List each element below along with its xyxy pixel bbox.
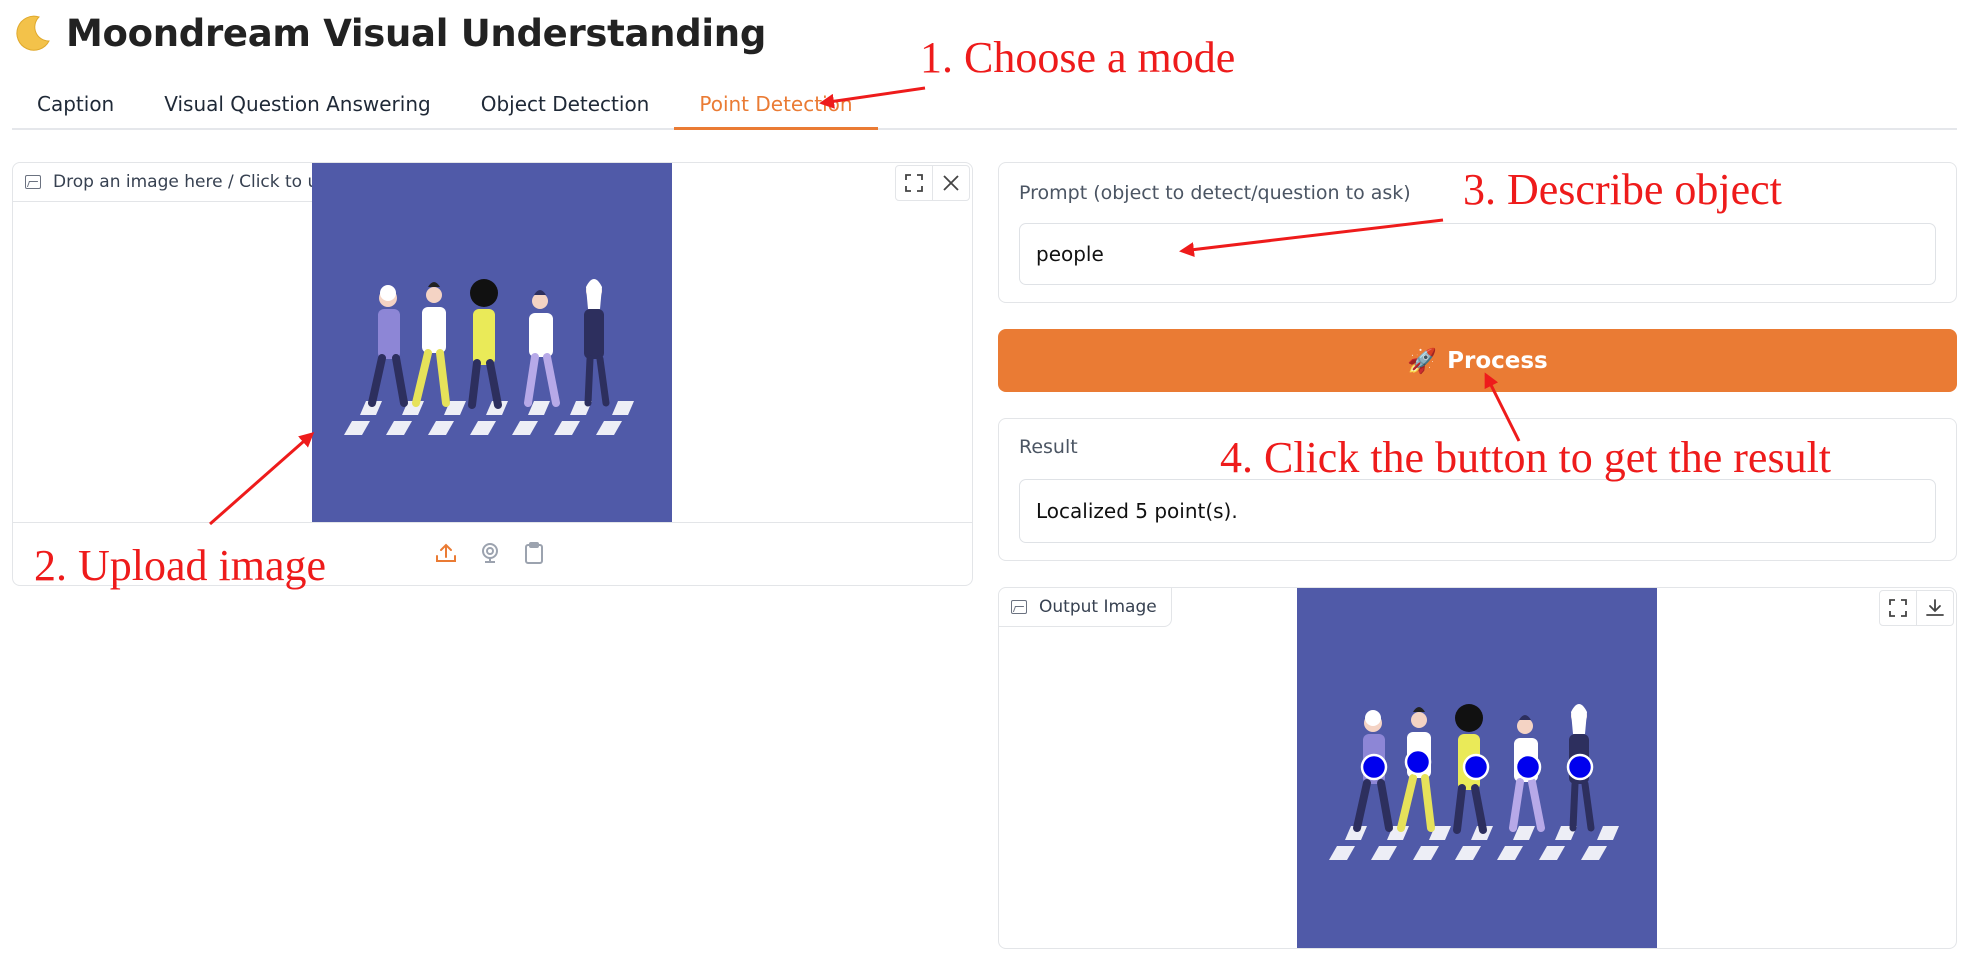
detected-point-2 bbox=[1404, 748, 1432, 776]
fullscreen-icon[interactable] bbox=[1880, 591, 1916, 625]
output-image-label: Output Image bbox=[999, 588, 1172, 627]
detected-point-5 bbox=[1566, 753, 1594, 781]
output-image-label-text: Output Image bbox=[1039, 597, 1157, 617]
crescent-moon-icon bbox=[12, 12, 54, 54]
detected-point-1 bbox=[1360, 753, 1388, 781]
result-output: Localized 5 point(s). bbox=[1019, 479, 1936, 543]
output-image bbox=[1297, 588, 1657, 948]
tab-object-detection[interactable]: Object Detection bbox=[456, 84, 675, 128]
process-button[interactable]: 🚀 Process bbox=[998, 329, 1957, 392]
page-title: Moondream Visual Understanding bbox=[66, 11, 767, 55]
annotation-step-3: 3. Describe object bbox=[1463, 165, 1782, 214]
clipboard-icon[interactable] bbox=[521, 539, 547, 567]
fullscreen-icon[interactable] bbox=[896, 166, 932, 200]
image-icon bbox=[25, 175, 41, 189]
mode-tabs: Caption Visual Question Answering Object… bbox=[12, 84, 1957, 130]
detected-point-4 bbox=[1514, 753, 1542, 781]
prompt-label: Prompt (object to detect/question to ask… bbox=[1019, 182, 1411, 204]
app-header: Moondream Visual Understanding bbox=[12, 10, 766, 56]
close-icon[interactable] bbox=[932, 166, 969, 200]
uploaded-image bbox=[312, 163, 672, 523]
prompt-input[interactable]: people bbox=[1019, 223, 1936, 285]
annotation-step-2: 2. Upload image bbox=[34, 541, 327, 590]
output-image-panel: Output Image bbox=[998, 587, 1957, 949]
image-toolbar bbox=[895, 165, 970, 201]
tab-visual-question-answering[interactable]: Visual Question Answering bbox=[139, 84, 455, 128]
image-icon bbox=[1011, 600, 1027, 614]
process-button-label: Process bbox=[1447, 347, 1548, 374]
annotation-step-4: 4. Click the button to get the result bbox=[1220, 433, 1832, 482]
image-upload-panel[interactable]: Drop an image here / Click to upload bbox=[12, 162, 973, 586]
rocket-icon: 🚀 bbox=[1407, 346, 1438, 375]
upload-icon[interactable] bbox=[433, 539, 459, 567]
output-toolbar bbox=[1879, 590, 1954, 626]
download-icon[interactable] bbox=[1916, 591, 1953, 625]
detected-point-3 bbox=[1462, 753, 1490, 781]
result-label: Result bbox=[1019, 436, 1078, 458]
tab-caption[interactable]: Caption bbox=[12, 84, 139, 128]
tab-point-detection[interactable]: Point Detection bbox=[674, 84, 878, 130]
webcam-icon[interactable] bbox=[477, 539, 503, 567]
annotation-step-1: 1. Choose a mode bbox=[920, 33, 1236, 82]
